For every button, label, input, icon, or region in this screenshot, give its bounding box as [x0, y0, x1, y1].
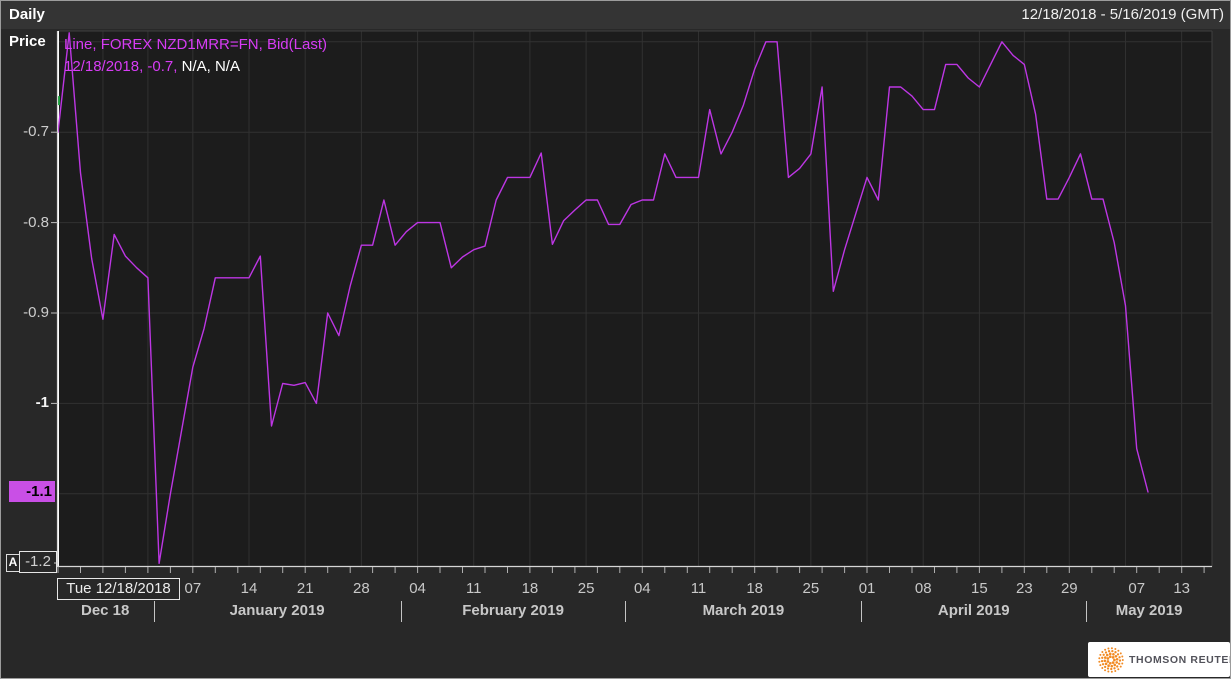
x-axis-tick-label: 23 [1004, 580, 1044, 597]
month-label: May 2019 [1039, 602, 1231, 619]
last-value-badge: -1.1 [9, 481, 55, 502]
month-label: February 2019 [403, 602, 623, 619]
x-axis-tick-label: 15 [959, 580, 999, 597]
date-range-label: 12/18/2018 - 5/16/2019 (GMT) [1021, 6, 1224, 23]
x-axis-tick-label: 07 [173, 580, 213, 597]
annotation-marker[interactable]: A [6, 554, 20, 572]
x-axis-tick-label: 18 [510, 580, 550, 597]
y-axis-label: -0.8 [1, 214, 49, 232]
x-axis-tick-label: 25 [791, 580, 831, 597]
y-axis-label: -0.7 [1, 123, 49, 141]
x-axis-tick-label: 28 [341, 580, 381, 597]
x-axis-tick-label: 18 [735, 580, 775, 597]
chart-window: Daily 12/18/2018 - 5/16/2019 (GMT) Price… [0, 0, 1231, 679]
month-label: March 2019 [633, 602, 853, 619]
x-axis-tick-label: 13 [1162, 580, 1202, 597]
x-axis-tick-label: 04 [398, 580, 438, 597]
thomson-reuters-logo: THOMSON REUTERS [1088, 642, 1230, 677]
plot-area[interactable] [58, 31, 1212, 567]
cursor-date-box[interactable]: Tue 12/18/2018 [57, 578, 180, 600]
interval-label: Daily [9, 6, 45, 23]
x-axis-tick-label: 25 [566, 580, 606, 597]
month-separator [861, 601, 862, 622]
chart-legend: Line, FOREX NZD1MRR=FN, Bid(Last) 12/18/… [64, 34, 327, 78]
chart-header: Daily 12/18/2018 - 5/16/2019 (GMT) [1, 1, 1230, 29]
x-axis-tick-label: 04 [622, 580, 662, 597]
chart-canvas[interactable] [1, 1, 1230, 678]
x-axis-tick-label: 11 [454, 580, 494, 597]
y-axis-label: -0.9 [1, 304, 49, 322]
x-axis-tick-label: 01 [847, 580, 887, 597]
month-separator [401, 601, 402, 622]
reuters-sunburst-icon [1096, 645, 1126, 675]
y-axis-label: -1 [1, 394, 49, 412]
x-axis-tick-label: 07 [1117, 580, 1157, 597]
logo-text: THOMSON REUTERS [1129, 654, 1231, 666]
x-axis-tick-label: 14 [229, 580, 269, 597]
legend-series-label: Line, FOREX NZD1MRR=FN, Bid(Last) [64, 34, 327, 56]
x-axis-tick-label: 29 [1049, 580, 1089, 597]
month-separator [625, 601, 626, 622]
month-label: January 2019 [167, 602, 387, 619]
legend-cursor-values: 12/18/2018, -0.7, N/A, N/A [64, 56, 327, 78]
x-axis-tick-label: 08 [903, 580, 943, 597]
x-axis-tick-label: 11 [678, 580, 718, 597]
y-axis-title: Price [9, 33, 46, 50]
x-axis-tick-label: 21 [285, 580, 325, 597]
y-axis-clamped-label: -1.2 [19, 551, 57, 573]
